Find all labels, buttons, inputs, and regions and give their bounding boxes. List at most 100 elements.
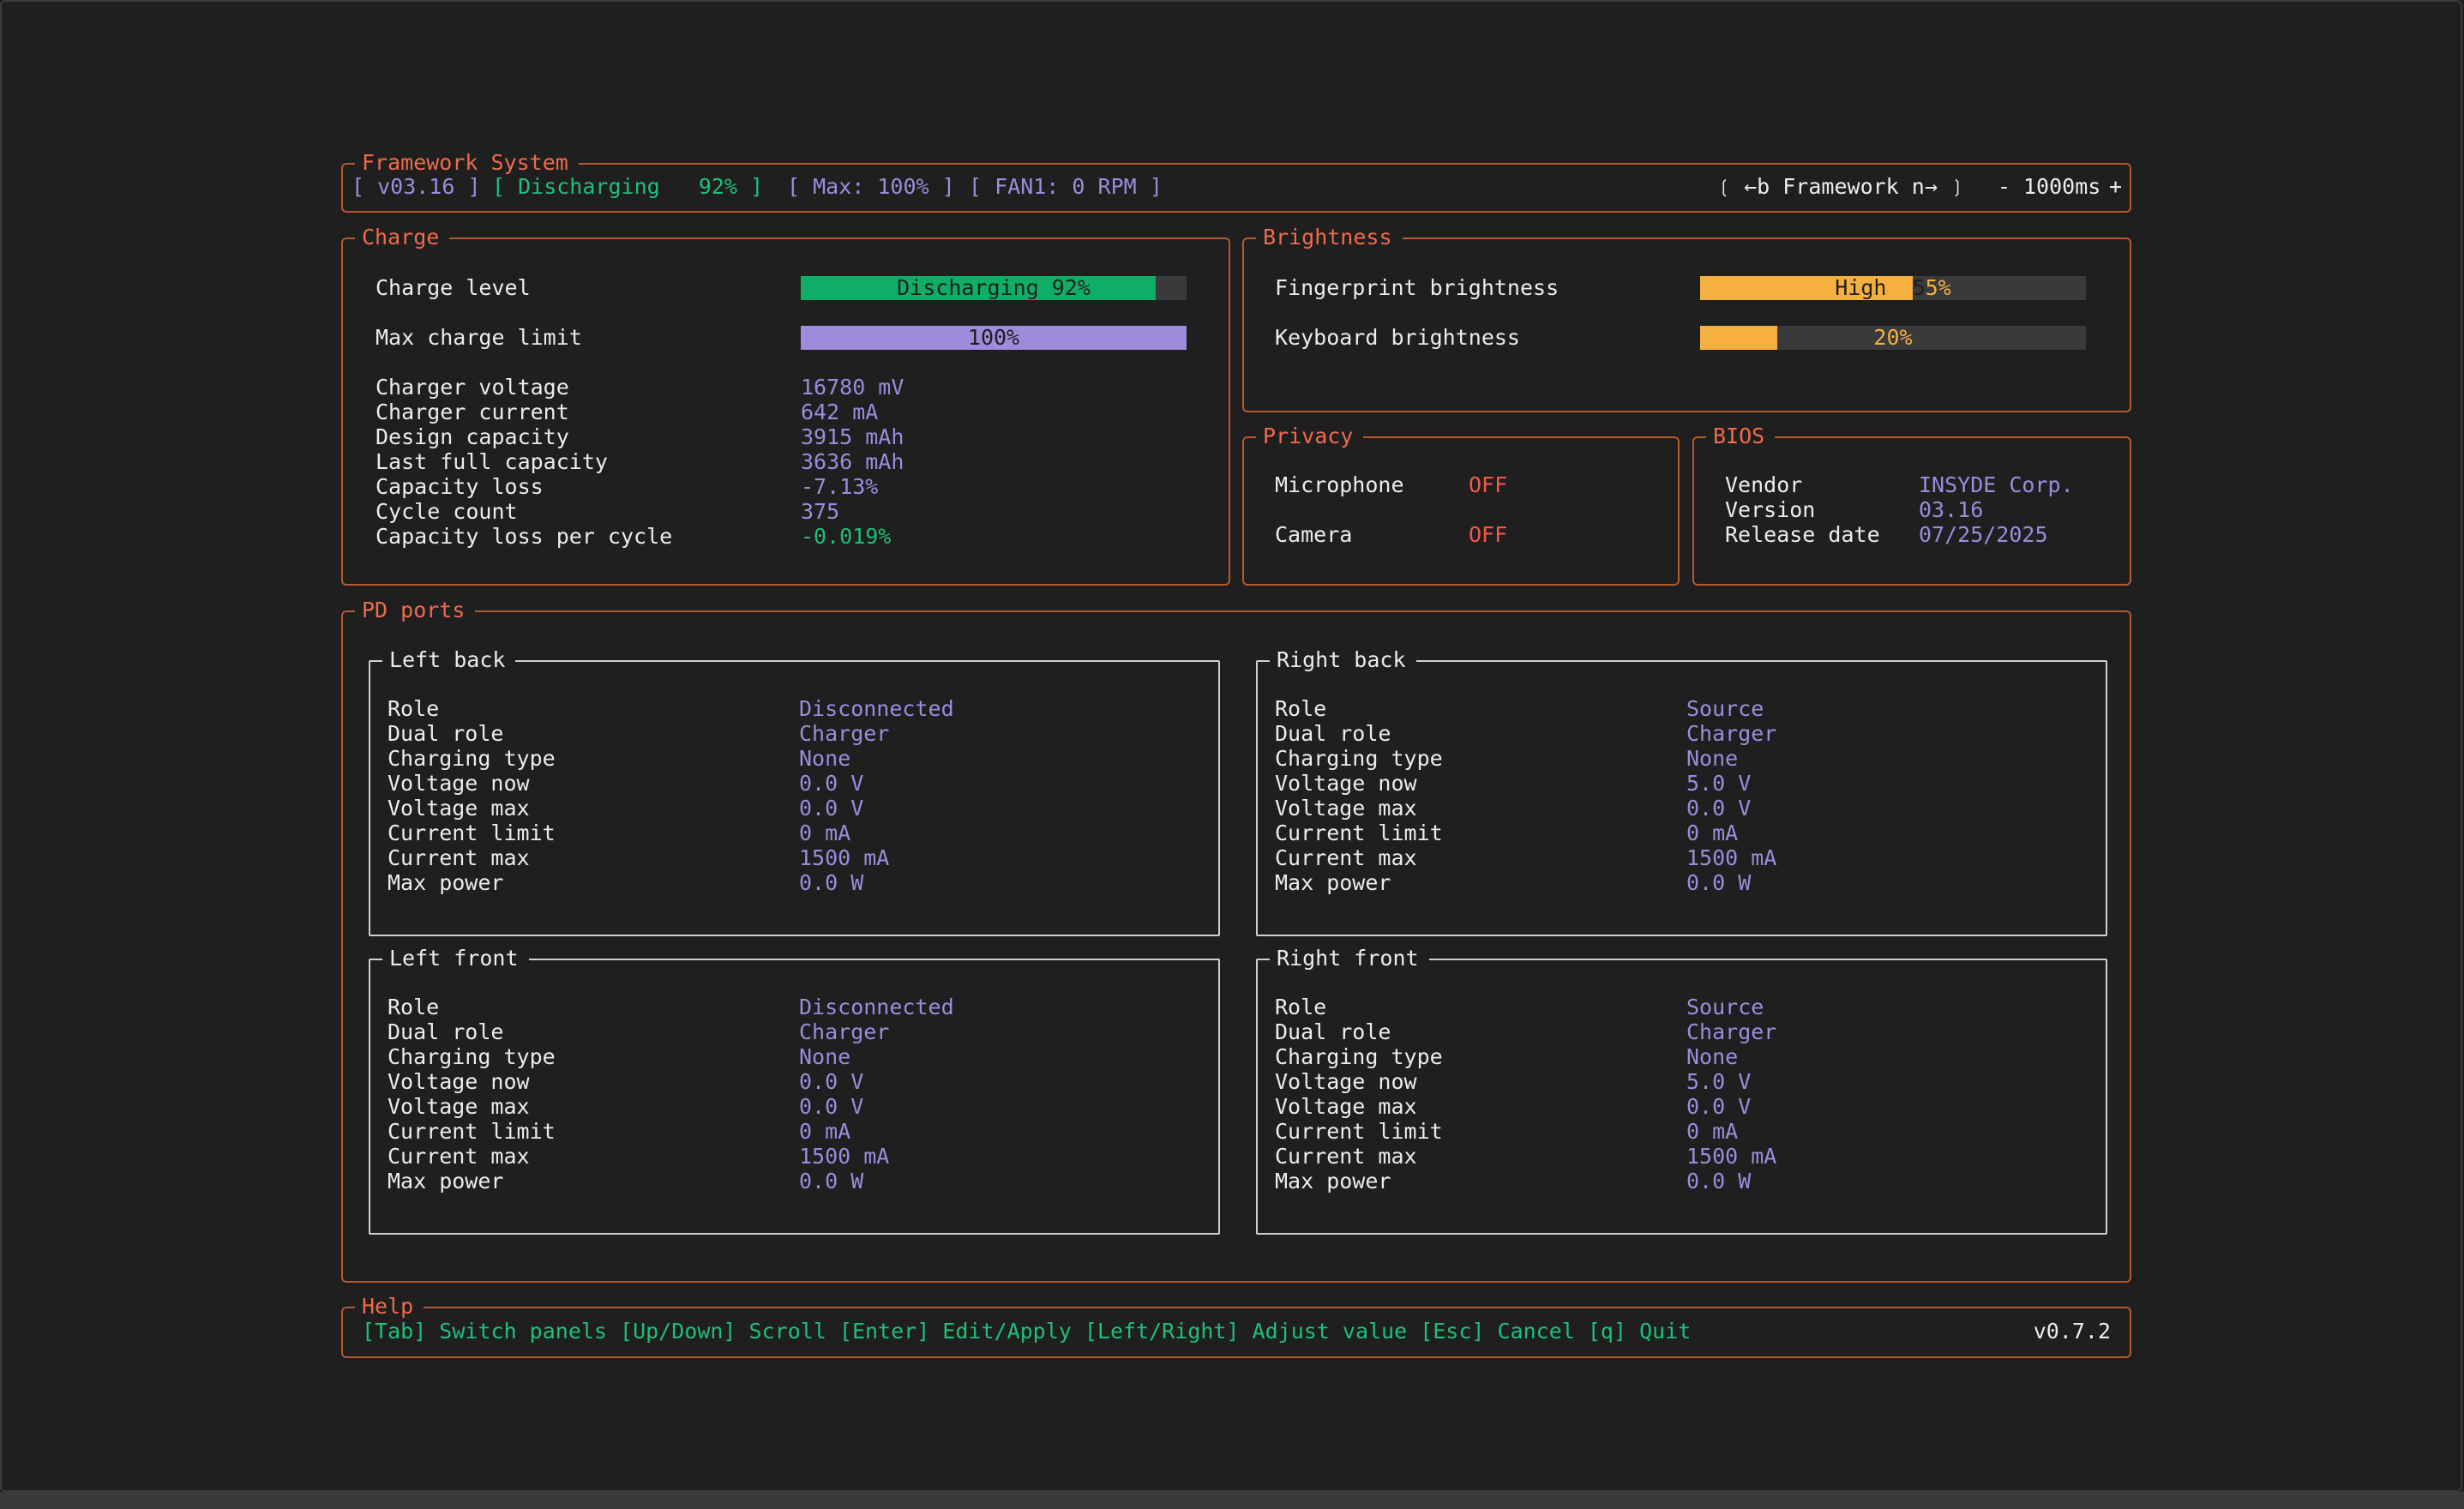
pd-port-row-label: Max power xyxy=(388,870,504,895)
pd-port-row-value: Charger xyxy=(1686,1019,1777,1044)
pd-port-row-label: Voltage max xyxy=(1275,1094,1417,1119)
pd-port-title: Right back xyxy=(1270,646,1416,674)
window-bottom-edge xyxy=(0,1492,2464,1509)
camera-status: OFF xyxy=(1469,522,1508,547)
pd-port-row-label: Charging type xyxy=(1275,746,1443,771)
pd-port-row-label: Role xyxy=(388,995,440,1019)
pd-port-row-value: 1500 mA xyxy=(1686,1144,1777,1169)
pd-port-row-value: 0.0 V xyxy=(799,771,864,796)
keybindings-help: [Tab] Switch panels [Up/Down] Scroll [En… xyxy=(362,1319,1692,1344)
bios-date-label: Release date xyxy=(1725,522,1880,547)
pd-port-row-value: 0 mA xyxy=(1686,1119,1739,1144)
bios-panel-title: BIOS xyxy=(1706,423,1776,450)
pd-port-row-value: Disconnected xyxy=(799,995,954,1019)
pd-port-row-label: Dual role xyxy=(388,721,504,746)
help-panel: Help [Tab] Switch panels [Up/Down] Scrol… xyxy=(341,1293,2131,1358)
pd-port-row-label: Voltage now xyxy=(388,771,530,796)
pd-port-right-front: Right front Role Source Dual role Charger Cha… xyxy=(1256,945,2107,1235)
pd-port-right-back: Right back Role Source Dual role Charger Char… xyxy=(1256,646,2107,936)
pd-port-row-value: 0.0 V xyxy=(799,1094,864,1119)
keyboard-brightness-bar[interactable]: 20% xyxy=(1700,326,2086,350)
pd-port-row-value: 1500 mA xyxy=(799,845,890,870)
fingerprint-percent-text: 5% xyxy=(1925,275,1951,300)
header-panel: Framework System [ v03.16 ] [ Dischargin… xyxy=(341,149,2131,213)
pd-port-row-value: 1500 mA xyxy=(1686,845,1777,870)
bios-panel[interactable]: BIOS Vendor INSYDE Corp. Version 03.16 R… xyxy=(1692,423,2131,586)
pd-port-row-value: 0 mA xyxy=(799,821,851,845)
help-panel-title: Help xyxy=(355,1293,424,1320)
pd-port-row-label: Current limit xyxy=(388,821,556,845)
pd-port-row-value: None xyxy=(1686,1044,1739,1069)
fingerprint-brightness-bar[interactable]: High 55% xyxy=(1700,276,2086,300)
pd-port-row-label: Max power xyxy=(1275,1169,1391,1193)
charge-stat-value: -7.13% xyxy=(801,474,879,499)
pd-ports-panel[interactable]: PD ports Left back Role Disconnected Dual r… xyxy=(341,597,2131,1283)
pd-port-row-label: Dual role xyxy=(1275,1019,1391,1044)
pd-port-row-value: Charger xyxy=(799,721,890,746)
pd-port-row-value: 0.0 W xyxy=(799,1169,864,1193)
pd-port-row-label: Max power xyxy=(1275,870,1391,895)
charge-stat-value: 3636 mAh xyxy=(801,449,904,474)
interval-decrease-button[interactable]: - xyxy=(1998,174,2010,200)
charge-stat-value: -0.019% xyxy=(801,524,892,549)
charge-stat-value: 642 mA xyxy=(801,400,879,424)
pd-port-title: Left back xyxy=(382,646,516,674)
max-charge-bar[interactable]: 100% xyxy=(801,326,1187,350)
device-selector[interactable]: ❲ ←b Framework n→ ❳ xyxy=(1718,174,1963,200)
pd-port-row-value: Source xyxy=(1686,995,1764,1019)
charge-stat-label: Capacity loss per cycle xyxy=(376,524,673,549)
max-charge-bar-text: 100% xyxy=(967,325,1020,350)
pd-port-row-label: Current limit xyxy=(1275,1119,1443,1144)
charge-stat-label: Design capacity xyxy=(376,424,569,449)
keyboard-brightness-label: Keyboard brightness xyxy=(1275,325,1520,350)
pd-port-row-value: 0 mA xyxy=(1686,821,1739,845)
pd-port-row-value: 0.0 W xyxy=(1686,870,1752,895)
pd-port-row-label: Voltage max xyxy=(388,796,530,821)
interval-increase-button[interactable]: + xyxy=(2109,174,2122,200)
pd-port-row-label: Role xyxy=(1275,696,1327,721)
pd-port-row-label: Voltage now xyxy=(388,1069,530,1094)
battery-status-badge: [ Discharging 92% ] xyxy=(492,174,764,199)
brightness-panel[interactable]: Brightness Fingerprint brightness High 5… xyxy=(1242,224,2131,412)
pd-port-row-label: Current max xyxy=(1275,1144,1417,1169)
pd-port-row-label: Dual role xyxy=(388,1019,504,1044)
max-charge-label: Max charge limit xyxy=(376,325,582,350)
charge-stat-value: 3915 mAh xyxy=(801,424,904,449)
pd-port-row-value: 0.0 W xyxy=(1686,1169,1752,1193)
charge-stat-label: Cycle count xyxy=(376,499,518,524)
pd-port-title: Left front xyxy=(382,945,529,972)
pd-port-title: Right front xyxy=(1270,945,1429,972)
pd-port-row-label: Current max xyxy=(388,845,530,870)
charge-level-bar: Discharging 92% xyxy=(801,276,1187,300)
charge-stat-label: Charger current xyxy=(376,400,569,424)
pd-port-row-label: Charging type xyxy=(388,1044,556,1069)
pd-port-left-front: Left front Role Disconnected Dual role Charg… xyxy=(369,945,1220,1235)
microphone-status: OFF xyxy=(1469,472,1508,497)
pd-ports-panel-title: PD ports xyxy=(355,597,476,624)
charge-stat-value: 375 xyxy=(801,499,840,524)
pd-port-row-label: Current max xyxy=(388,1144,530,1169)
pd-port-row-label: Voltage max xyxy=(1275,796,1417,821)
camera-label: Camera xyxy=(1275,522,1353,547)
charge-stat-label: Capacity loss xyxy=(376,474,544,499)
pd-port-row-label: Current limit xyxy=(388,1119,556,1144)
bios-version-value: 03.16 xyxy=(1919,497,1984,522)
pd-port-row-value: Charger xyxy=(1686,721,1777,746)
charge-panel[interactable]: Charge Charge level Discharging 92% Max … xyxy=(341,224,1230,586)
bios-version-label: Version xyxy=(1725,497,1816,522)
pd-port-row-value: 0.0 V xyxy=(799,796,864,821)
privacy-panel[interactable]: Privacy Microphone OFF Camera OFF xyxy=(1242,423,1680,586)
keyboard-brightness-text: 20% xyxy=(1873,325,1913,350)
max-charge-badge: [ Max: 100% ] xyxy=(787,174,955,199)
charge-level-label: Charge level xyxy=(376,275,531,300)
privacy-panel-title: Privacy xyxy=(1256,423,1364,450)
charge-panel-title: Charge xyxy=(355,224,450,251)
pd-port-row-label: Charging type xyxy=(388,746,556,771)
bios-vendor-label: Vendor xyxy=(1725,472,1803,497)
pd-port-row-value: 0.0 V xyxy=(1686,796,1752,821)
pd-port-row-value: None xyxy=(799,1044,851,1069)
pd-port-row-label: Charging type xyxy=(1275,1044,1443,1069)
fan-speed-badge: [ FAN1: 0 RPM ] xyxy=(969,174,1163,199)
pd-port-row-value: None xyxy=(1686,746,1739,771)
fingerprint-brightness-label: Fingerprint brightness xyxy=(1275,275,1560,300)
